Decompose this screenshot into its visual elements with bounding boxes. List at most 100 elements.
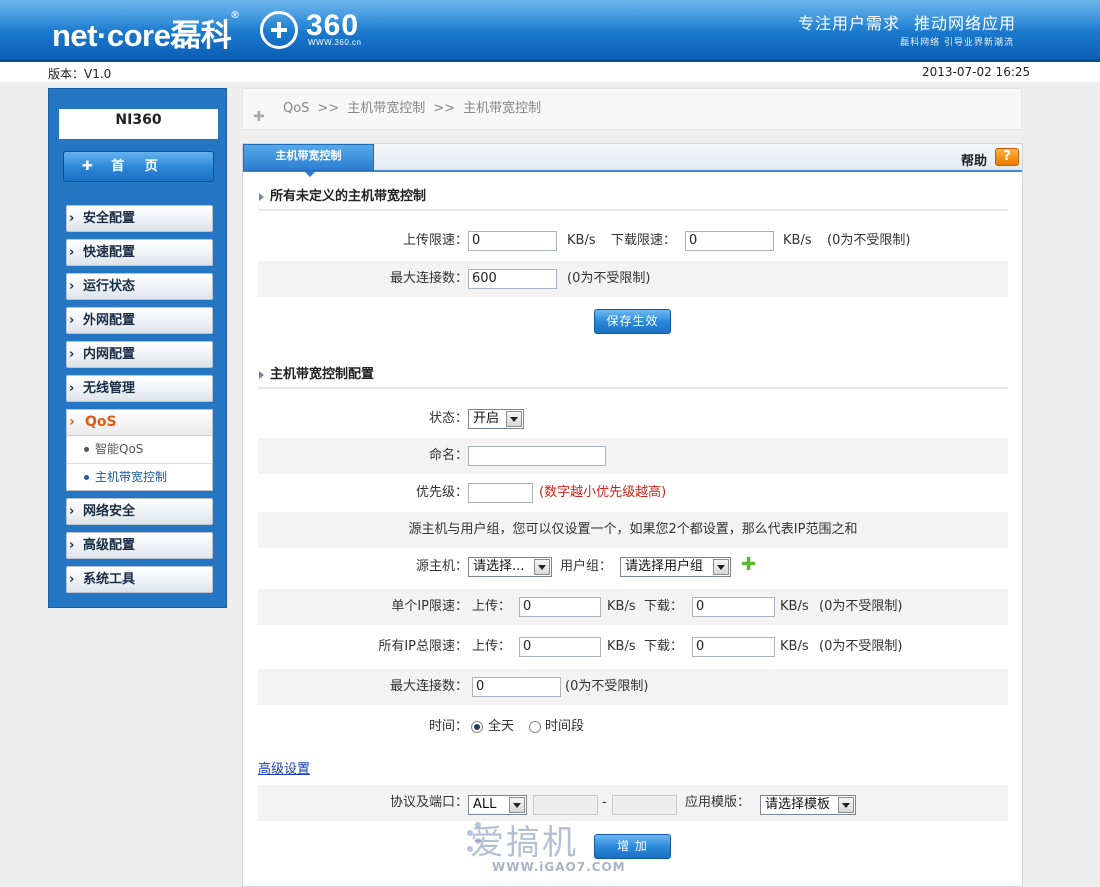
version-text: 版本：V1.0 <box>48 67 112 81</box>
user-group-select[interactable]: 请选择用户组 <box>620 557 731 577</box>
sidebar-subitem-label: 主机带宽控制 <box>95 470 168 484</box>
row-global-maxconn: 最大连接数： 600 (0为不受限制) <box>258 261 1008 297</box>
sidebar-title: NI360 <box>115 112 162 128</box>
sidebar-item-quick-config[interactable]: › 快速配置 <box>66 239 213 266</box>
download-short-label: 下载： <box>644 639 684 654</box>
row-protocol: 协议及端口： ALL - 应用模版： 请选择模板 <box>258 785 1008 821</box>
section-title-text: 主机带宽控制配置 <box>270 367 375 382</box>
dropdown-arrow-icon <box>506 411 522 427</box>
triangle-icon <box>259 193 264 201</box>
time-all-radio[interactable] <box>471 721 483 733</box>
slogan: 专注用户需求 推动网络应用 <box>784 10 1016 34</box>
unit-label: KB/s <box>780 639 809 654</box>
advanced-settings-link[interactable]: 高级设置 <box>258 758 310 777</box>
sidebar-item-run-status[interactable]: › 运行状态 <box>66 273 213 300</box>
all-ip-upload-input[interactable]: 0 <box>519 637 601 657</box>
chevron-right-icon: › <box>69 538 75 553</box>
time-range-radio[interactable] <box>529 721 541 733</box>
chevron-right-icon: › <box>69 572 75 587</box>
time-range-label: 时间段 <box>545 719 585 734</box>
upload-limit-input[interactable]: 0 <box>468 231 557 251</box>
upload-short-label: 上传： <box>472 599 512 614</box>
dropdown-arrow-icon <box>713 559 729 575</box>
version-bar: 版本：V1.0 2013-07-02 16:25 <box>0 62 1100 82</box>
sidebar-item-wan-config[interactable]: › 外网配置 <box>66 307 213 334</box>
unit-label: KB/s <box>607 599 636 614</box>
info-text: 源主机与用户组，您可以仅设置一个，如果您2个都设置，那么代表IP范围之和 <box>408 522 858 537</box>
chevron-right-icon: › <box>69 279 75 294</box>
maxconn-input[interactable]: 0 <box>472 677 561 697</box>
row-name: 命名： <box>258 438 1008 474</box>
breadcrumb-separator: >> <box>433 101 456 116</box>
single-ip-label: 单个IP限速： <box>391 599 468 614</box>
chevron-right-icon: › <box>69 504 75 519</box>
chevron-right-icon: › <box>69 347 75 362</box>
help-label[interactable]: 帮助 <box>961 150 987 169</box>
row-maxconn: 最大连接数： 0 (0为不受限制) <box>258 669 1008 705</box>
port-dash: - <box>602 795 607 810</box>
no-limit-hint: (0为不受限制) <box>565 679 649 694</box>
download-limit-input[interactable]: 0 <box>685 231 774 251</box>
sidebar-item-label: 外网配置 <box>83 313 136 328</box>
status-value: 开启 <box>473 411 500 426</box>
single-ip-download-input[interactable]: 0 <box>692 597 775 617</box>
status-label: 状态： <box>428 411 468 426</box>
section-title-text: 所有未定义的主机带宽控制 <box>270 189 427 204</box>
port-from-input[interactable] <box>533 795 598 815</box>
main-panel: 主机带宽控制 帮助 ? 所有未定义的主机带宽控制 上传限速： 0 KB/s 下载… <box>242 143 1023 887</box>
template-label: 应用模版： <box>685 795 751 810</box>
maxconn-input[interactable]: 600 <box>468 269 557 289</box>
row-all-ip: 所有IP总限速： 上传： 0 KB/s 下载： 0 KB/s (0为不受限制) <box>258 629 1008 665</box>
row-global-rate: 上传限速： 0 KB/s 下载限速： 0 KB/s (0为不受限制) <box>258 223 1008 259</box>
save-button[interactable]: 保存生效 <box>594 309 671 334</box>
all-ip-download-input[interactable]: 0 <box>692 637 775 657</box>
row-info: 源主机与用户组，您可以仅设置一个，如果您2个都设置，那么代表IP范围之和 <box>258 512 1008 548</box>
maxconn-label: 最大连接数： <box>389 679 468 694</box>
sidebar-subitem-label: 智能QoS <box>95 442 144 456</box>
dropdown-arrow-icon <box>838 797 854 813</box>
tab-host-bandwidth[interactable]: 主机带宽控制 <box>243 144 374 177</box>
sidebar-subitem-smart-qos[interactable]: 智能QoS <box>67 436 212 462</box>
add-button[interactable]: 增 加 <box>594 834 671 859</box>
sidebar-item-network-security[interactable]: › 网络安全 <box>66 498 213 525</box>
sidebar-subitem-host-bandwidth[interactable]: 主机带宽控制 <box>67 463 212 489</box>
source-host-label: 源主机： <box>415 559 468 574</box>
chevron-right-icon: › <box>69 211 75 226</box>
row-single-ip: 单个IP限速： 上传： 0 KB/s 下载： 0 KB/s (0为不受限制) <box>258 589 1008 625</box>
sidebar-qos-group: › QoS 智能QoS 主机带宽控制 <box>66 409 213 491</box>
protocol-select[interactable]: ALL <box>468 795 527 815</box>
brand-mark: ® <box>231 10 239 21</box>
template-select[interactable]: 请选择模板 <box>760 795 856 815</box>
help-icon[interactable]: ? <box>995 148 1019 166</box>
no-limit-hint: (0为不受限制) <box>819 639 903 654</box>
sidebar-item-lan-config[interactable]: › 内网配置 <box>66 341 213 368</box>
single-ip-upload-input[interactable]: 0 <box>519 597 601 617</box>
sidebar-item-wireless[interactable]: › 无线管理 <box>66 375 213 402</box>
add-group-icon[interactable]: ✚ <box>741 554 756 575</box>
slogan-2: 推动网络应用 <box>913 14 1016 33</box>
sidebar-item-advanced-config[interactable]: › 高级配置 <box>66 532 213 559</box>
time-label: 时间： <box>428 719 468 734</box>
unit-label: KB/s <box>780 599 809 614</box>
protocol-value: ALL <box>473 797 497 812</box>
port-to-input[interactable] <box>612 795 677 815</box>
breadcrumb-item: 主机带宽控制 <box>463 101 542 116</box>
priority-input[interactable] <box>468 483 533 503</box>
unit-label: KB/s <box>783 233 812 248</box>
sidebar-item-security-config[interactable]: › 安全配置 <box>66 205 213 232</box>
row-status: 状态： 开启 <box>258 401 1008 437</box>
home-button[interactable]: ✚ 首 页 <box>63 151 214 182</box>
upload-limit-label: 上传限速： <box>402 233 468 248</box>
watermark-url: WWW.iGAO7.COM <box>492 860 626 874</box>
panel-header: 主机带宽控制 帮助 ? <box>243 144 1022 177</box>
status-select[interactable]: 开启 <box>468 409 524 429</box>
plus-circle-icon <box>260 11 298 49</box>
source-host-select[interactable]: 请选择... <box>468 557 552 577</box>
dropdown-arrow-icon <box>509 797 525 813</box>
sidebar-item-label: 快速配置 <box>83 245 136 260</box>
breadcrumb-separator: >> <box>317 101 340 116</box>
sidebar-item-label: 安全配置 <box>83 211 136 226</box>
sidebar-item-system-tools[interactable]: › 系统工具 <box>66 566 213 593</box>
name-input[interactable] <box>468 446 606 466</box>
sidebar-item-qos[interactable]: › QoS <box>67 410 212 436</box>
